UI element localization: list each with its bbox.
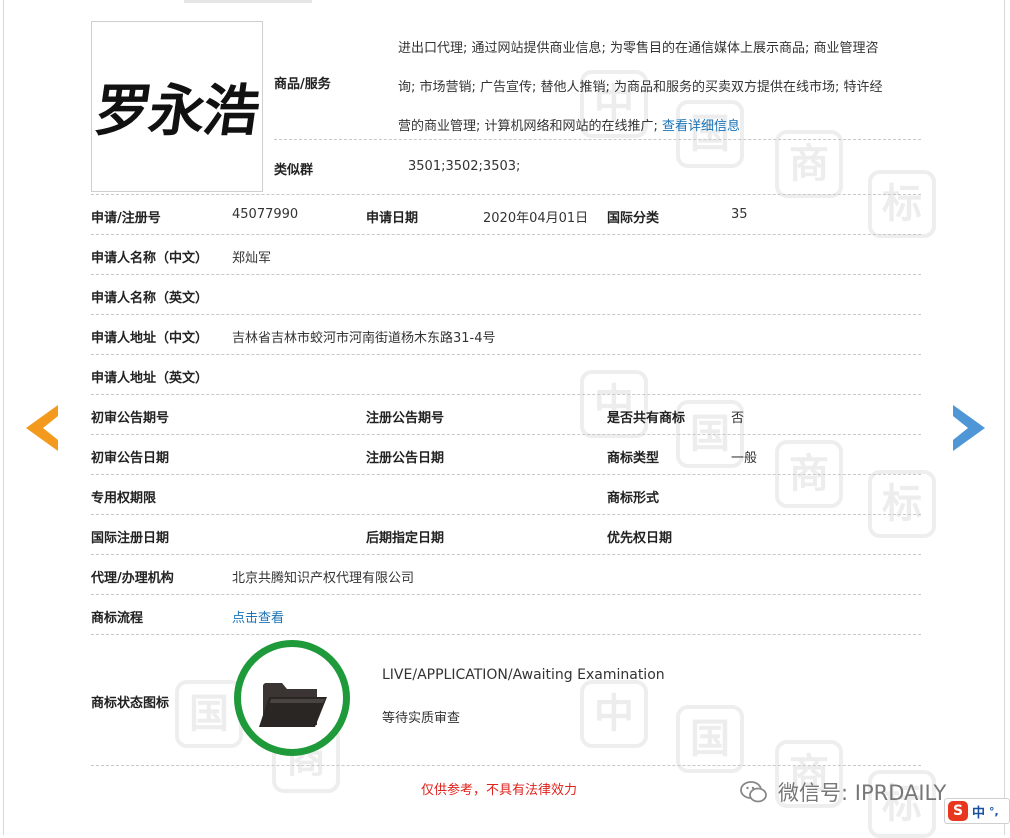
divider (91, 554, 921, 555)
status-icon-label: 商标状态图标 (91, 696, 170, 711)
tm-type-label: 商标类型 (607, 451, 660, 466)
status-text-en: LIVE/APPLICATION/Awaiting Examination (382, 667, 665, 683)
goods-services-list: 进出口代理; 通过网站提供商业信息; 为零售目的在通信媒体上展示商品; 商业管理… (398, 29, 918, 146)
next-arrow-icon[interactable] (953, 405, 985, 451)
applicant-cn-value: 郑灿军 (232, 251, 272, 266)
similar-group-label: 类似群 (274, 163, 314, 178)
tm-type-value: 一般 (731, 451, 758, 466)
divider (91, 274, 921, 275)
agent-label: 代理/办理机构 (91, 571, 174, 586)
divider (91, 394, 921, 395)
shared-label: 是否共有商标 (607, 411, 686, 426)
goods-services-line: 营的商业管理; 计算机网络和网站的在线推广; 查看详细信息 (398, 107, 918, 146)
ime-punctuation-toggle[interactable]: °, (989, 805, 999, 818)
divider (91, 634, 921, 635)
app-date-value: 2020年04月01日 (483, 211, 589, 226)
reg-no-value: 45077990 (232, 207, 299, 222)
divider (91, 594, 921, 595)
intl-reg-date-label: 国际注册日期 (91, 531, 170, 546)
divider (91, 765, 921, 766)
divider (91, 194, 921, 195)
goods-services-line: 询; 市场营销; 广告宣传; 替他人推销; 为商品和服务的买卖双方提供在线市场;… (398, 80, 883, 95)
reg-pub-no-label: 注册公告期号 (366, 411, 445, 426)
trademark-detail: 罗永浩 商品/服务 进出口代理; 通过网站提供商业信息; 为零售目的在通信媒体上… (0, 0, 1010, 835)
trademark-logo-text: 罗永浩 (90, 78, 263, 144)
status-ring (234, 640, 350, 756)
app-date-label: 申请日期 (366, 211, 419, 226)
wechat-id: 微信号: IPRDAILY (778, 781, 947, 805)
goods-services-line-text: 营的商业管理; 计算机网络和网站的在线推广; (398, 119, 658, 134)
view-process-link[interactable]: 点击查看 (232, 607, 284, 626)
ime-toolbar[interactable]: S 中 °, (944, 798, 1010, 824)
trademark-image: 罗永浩 (91, 21, 263, 192)
reg-no-label: 申请/注册号 (91, 211, 161, 226)
divider (91, 354, 921, 355)
sogou-logo-icon[interactable]: S (948, 801, 968, 821)
ime-language-toggle[interactable]: 中 (972, 802, 985, 821)
divider (91, 314, 921, 315)
prelim-pub-no-label: 初审公告期号 (91, 411, 170, 426)
similar-group-value: 3501;3502;3503; (408, 159, 521, 174)
reg-pub-date-label: 注册公告日期 (366, 451, 445, 466)
wechat-icon (740, 781, 767, 803)
previous-arrow-icon[interactable] (26, 405, 58, 451)
priority-date-label: 优先权日期 (607, 531, 673, 546)
view-details-link[interactable]: 查看详细信息 (662, 119, 740, 134)
goods-services-label: 商品/服务 (274, 77, 331, 92)
prelim-pub-date-label: 初审公告日期 (91, 451, 170, 466)
goods-services-line: 进出口代理; 通过网站提供商业信息; 为零售目的在通信媒体上展示商品; 商业管理… (398, 41, 879, 56)
divider (91, 434, 921, 435)
process-label: 商标流程 (91, 611, 144, 626)
address-cn-label: 申请人地址（中文） (91, 331, 209, 346)
intl-class-value: 35 (731, 207, 748, 222)
address-en-label: 申请人地址（英文） (91, 371, 209, 386)
folder-icon (259, 683, 327, 727)
tm-form-label: 商标形式 (607, 491, 660, 506)
wechat-watermark: 微信号: IPRDAILY (740, 777, 946, 807)
exclusive-period-label: 专用权期限 (91, 491, 157, 506)
disclaimer-text: 仅供参考，不具有法律效力 (421, 783, 578, 798)
later-desig-date-label: 后期指定日期 (366, 531, 445, 546)
shared-value: 否 (731, 411, 745, 426)
intl-class-label: 国际分类 (607, 211, 660, 226)
address-cn-value: 吉林省吉林市蛟河市河南街道杨木东路31-4号 (232, 331, 496, 346)
applicant-en-label: 申请人名称（英文） (91, 291, 209, 306)
applicant-cn-label: 申请人名称（中文） (91, 251, 209, 266)
status-text-cn: 等待实质审查 (382, 711, 461, 726)
divider (274, 139, 921, 140)
divider (91, 234, 921, 235)
divider (91, 474, 921, 475)
agent-value: 北京共腾知识产权代理有限公司 (232, 571, 415, 586)
divider (91, 514, 921, 515)
